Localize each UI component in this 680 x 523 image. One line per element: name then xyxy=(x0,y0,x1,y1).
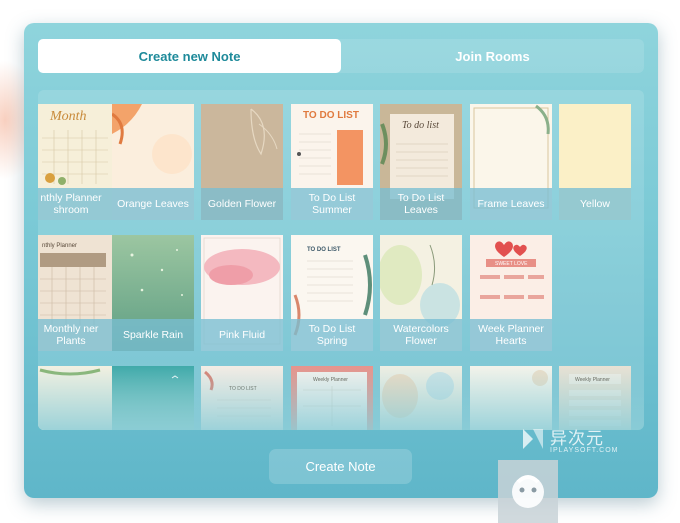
template-thumbnail: Weekly Planner xyxy=(559,366,631,430)
template-card-row3-6[interactable] xyxy=(470,366,552,430)
thumb-title: nthly Planner xyxy=(42,243,77,249)
thumb-title: TO DO LIST xyxy=(229,386,257,392)
template-label: Golden Flower xyxy=(201,188,283,220)
template-label: nthly Planner shroom xyxy=(38,188,112,220)
thumb-title: TO DO LIST xyxy=(307,247,341,253)
template-thumbnail xyxy=(112,366,194,430)
template-card-row3-3[interactable]: TO DO LIST xyxy=(201,366,283,430)
tab-create-new-note[interactable]: Create new Note xyxy=(38,39,341,73)
create-note-button[interactable]: Create Note xyxy=(269,449,412,484)
watermark: 异次元 IPLAYSOFT.COM xyxy=(520,422,640,464)
template-grid: Month nthly Planner shroom Orange Leaves xyxy=(38,90,644,430)
template-thumbnail: TO DO LIST xyxy=(201,366,283,430)
tab-bar: Create new Note Join Rooms xyxy=(38,39,644,73)
template-card-golden-flower[interactable]: Golden Flower xyxy=(201,104,283,220)
thumb-title: Weekly Planner xyxy=(313,377,348,383)
template-card-monthly-planner-plants[interactable]: nthly Planner Monthly ner Plants xyxy=(38,235,112,351)
template-card-yellow[interactable]: Yellow xyxy=(559,104,631,220)
avatar-face-icon xyxy=(512,475,544,508)
template-card-orange-leaves[interactable]: Orange Leaves xyxy=(112,104,194,220)
template-label: Frame Leaves xyxy=(470,188,552,220)
template-card-to-do-list-spring[interactable]: TO DO LIST To Do List Spring xyxy=(291,235,373,351)
thumb-title: Weekly Planner xyxy=(575,377,610,383)
template-label: Week Planner Hearts xyxy=(470,319,552,351)
watermark-site: IPLAYSOFT.COM xyxy=(550,447,619,454)
template-card-row3-5[interactable] xyxy=(380,366,462,430)
thumb-title: To do list xyxy=(402,120,439,131)
template-card-row3-1[interactable] xyxy=(38,366,112,430)
template-card-row3-4[interactable]: Weekly Planner xyxy=(291,366,373,430)
template-label: To Do List Leaves xyxy=(380,188,462,220)
template-card-week-planner-hearts[interactable]: SWEET LOVE Week Planner Hearts xyxy=(470,235,552,351)
watermark-name: 异次元 xyxy=(550,429,604,448)
template-label: Orange Leaves xyxy=(112,188,194,220)
template-card-frame-leaves[interactable]: Frame Leaves xyxy=(470,104,552,220)
template-label: Yellow xyxy=(559,188,631,220)
template-card-pink-fluid[interactable]: Pink Fluid xyxy=(201,235,283,351)
avatar xyxy=(498,460,558,523)
template-thumbnail xyxy=(380,366,462,430)
template-label: To Do List Spring xyxy=(291,319,373,351)
template-label: Pink Fluid xyxy=(201,319,283,351)
template-label: To Do List Summer xyxy=(291,188,373,220)
template-label: Watercolors Flower xyxy=(380,319,462,351)
thumb-title: SWEET LOVE xyxy=(495,261,528,267)
template-card-monthly-planner-mushroom[interactable]: Month nthly Planner shroom xyxy=(38,104,112,220)
thumb-title: TO DO LIST xyxy=(303,110,359,121)
template-card-sparkle-rain[interactable]: Sparkle Rain xyxy=(112,235,194,351)
thumb-title: Month xyxy=(49,109,87,124)
template-card-to-do-list-summer[interactable]: TO DO LIST To Do List Summer xyxy=(291,104,373,220)
watermark-logo-icon xyxy=(523,429,543,449)
template-label: Sparkle Rain xyxy=(112,319,194,351)
template-label: Monthly ner Plants xyxy=(38,319,112,351)
template-thumbnail xyxy=(38,366,112,430)
template-card-row3-2[interactable] xyxy=(112,366,194,430)
template-card-row3-7[interactable]: Weekly Planner xyxy=(559,366,631,430)
template-thumbnail xyxy=(470,366,552,430)
template-card-watercolors-flower[interactable]: Watercolors Flower xyxy=(380,235,462,351)
template-thumbnail: Weekly Planner xyxy=(291,366,373,430)
template-card-to-do-list-leaves[interactable]: To do list To Do List Leaves xyxy=(380,104,462,220)
tab-join-rooms[interactable]: Join Rooms xyxy=(341,39,644,73)
